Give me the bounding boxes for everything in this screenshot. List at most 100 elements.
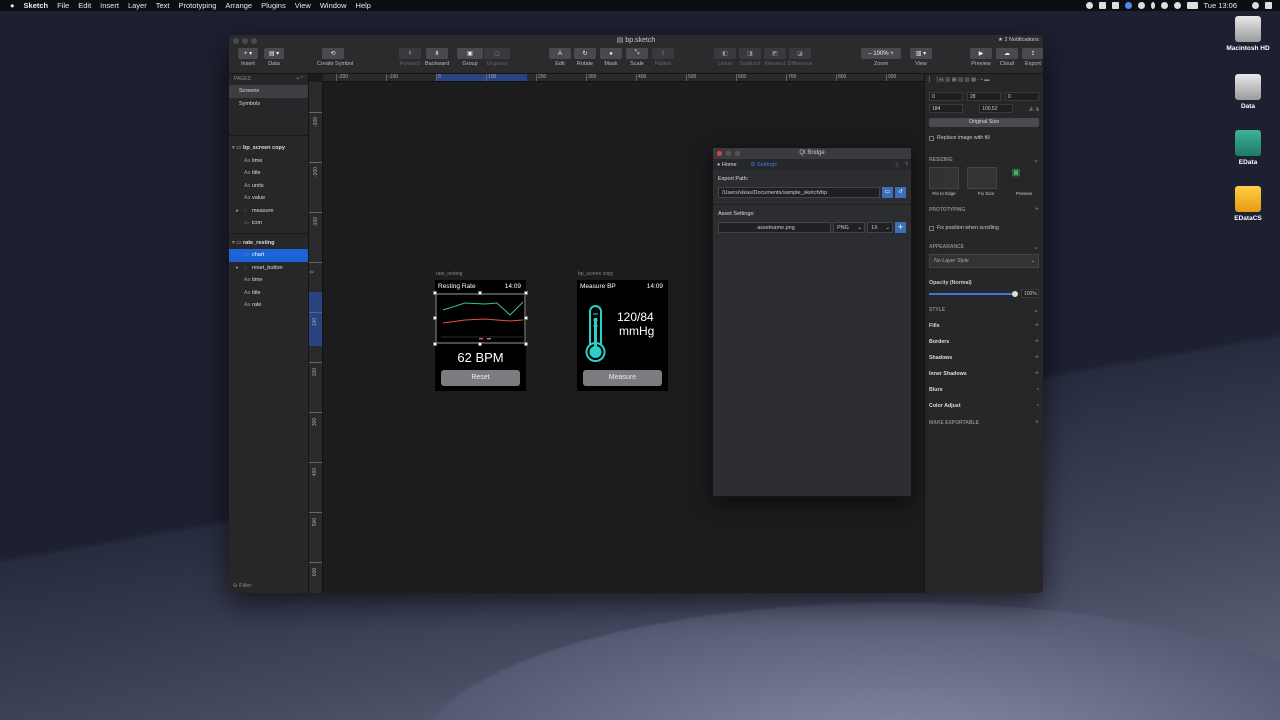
add-icon[interactable]: + [1035, 338, 1039, 345]
pin-to-edge-control[interactable] [929, 167, 959, 189]
toolbar-difference[interactable]: ◪ Difference [784, 48, 816, 67]
apple-icon[interactable]: ● [10, 1, 15, 10]
toolbar-flatten[interactable]: ⌇ Flatten [647, 48, 679, 67]
layer-item-rate[interactable]: Aa rate [229, 299, 308, 312]
desktop-icon-edatacs[interactable]: EDataCS [1224, 186, 1272, 222]
toolbar-export[interactable]: ⇪ Export [1017, 48, 1043, 67]
tab-settings[interactable]: ⚙ Settings [751, 162, 777, 168]
resize-handle[interactable] [524, 316, 528, 320]
measure-button[interactable]: Measure [583, 370, 662, 386]
toolbar-zoom[interactable]: – 100% + Zoom [856, 48, 906, 67]
record-icon[interactable] [1085, 2, 1093, 9]
info-icon[interactable]: ⓘ [893, 161, 899, 169]
layer-item-measure[interactable]: ▸ ◌ measure [229, 205, 308, 218]
toolbar-backward[interactable]: ⇟ Backward [421, 48, 453, 67]
disclosure-triangle-icon[interactable]: ▸ [236, 205, 239, 218]
menu-window[interactable]: Window [320, 1, 347, 10]
menu-prototyping[interactable]: Prototyping [178, 1, 216, 10]
artboard-rate-resting[interactable]: Resting Rate 14:09 62 BPM Reset [433, 280, 528, 391]
reset-path-icon[interactable]: ↺ [895, 187, 906, 198]
fix-size-control[interactable] [967, 167, 997, 189]
layer-item-reset-button[interactable]: ▸ ◌ reset_button [229, 262, 308, 275]
menu-arrange[interactable]: Arrange [225, 1, 252, 10]
layer-item-icon[interactable]: ▭ icon [229, 217, 308, 230]
close-button[interactable] [233, 38, 239, 44]
reset-button[interactable]: Reset [441, 370, 520, 386]
menu-clock[interactable]: Tue 13:06 [1204, 1, 1238, 10]
layer-item-units[interactable]: Aa units [229, 180, 308, 193]
fix-scroll-checkbox[interactable] [929, 225, 934, 231]
add-icon[interactable]: + [1035, 322, 1039, 329]
resize-handle[interactable] [478, 342, 482, 346]
layer-item-title[interactable]: Aa title [229, 167, 308, 180]
format-select[interactable]: PNG ⌄ [833, 222, 865, 233]
borders-section[interactable]: Borders + [929, 338, 1039, 345]
add-asset-button[interactable]: + [895, 222, 906, 233]
horizontal-ruler[interactable]: -200 -100 0 100 200 300 400 500 600 700 800 900 [323, 74, 924, 82]
height-field[interactable]: 100,52 [979, 104, 1014, 113]
add-icon[interactable]: + [1035, 206, 1039, 213]
close-button[interactable] [717, 151, 722, 156]
flip-icon[interactable]: ◭ ◮ [1029, 106, 1039, 112]
layer-item-time[interactable]: Aa time [229, 274, 308, 287]
zoom-button[interactable] [251, 38, 257, 44]
layer-item-chart[interactable]: ▭ chart [229, 249, 308, 262]
minimize-button[interactable] [242, 38, 248, 44]
menu-help[interactable]: Help [356, 1, 371, 10]
opacity-field[interactable]: 100% [1021, 289, 1039, 298]
notifications-badge[interactable]: ★ 2 Notifications [998, 35, 1039, 46]
toolbar-data[interactable]: ▤ ▾ Data [259, 48, 289, 67]
artboard-label[interactable]: rate_resting [436, 271, 462, 277]
layer-artboard-rate-resting[interactable]: ▾ ▭ rate_resting [229, 237, 308, 250]
resize-handle[interactable] [433, 291, 437, 295]
desktop-icon-edata[interactable]: EData [1224, 130, 1272, 166]
slider-thumb[interactable] [1012, 290, 1018, 297]
filter-bar[interactable]: ⊖ Filter [233, 583, 251, 589]
desktop-icon-macintosh-hd[interactable]: Macintosh HD [1224, 16, 1272, 52]
menu-view[interactable]: View [295, 1, 311, 10]
help-icon[interactable]: ? [905, 162, 908, 168]
layer-item-time[interactable]: Aa time [229, 155, 308, 168]
opacity-slider[interactable] [929, 290, 1018, 297]
bluetooth-icon[interactable] [1150, 2, 1155, 9]
chevron-down-icon[interactable]: ⌄ [1033, 306, 1039, 314]
page-item-symbols[interactable]: Symbols [229, 98, 308, 111]
menu-edit[interactable]: Edit [78, 1, 91, 10]
disclosure-triangle-icon[interactable]: ▸ [236, 262, 239, 275]
rotation-field[interactable]: 0 [1005, 92, 1039, 101]
fills-section[interactable]: Fills + [929, 322, 1039, 329]
resize-handle[interactable] [524, 291, 528, 295]
heart-rate-chart[interactable] [435, 293, 526, 345]
toolbar-view[interactable]: ▥ ▾ View [905, 48, 937, 67]
layer-item-value[interactable]: Aa value [229, 192, 308, 205]
add-icon[interactable]: ▫ [1037, 386, 1039, 393]
add-icon[interactable]: + [1035, 370, 1039, 377]
layer-artboard-bp-screen-copy[interactable]: ▾ ▭ bp_screen copy [229, 142, 308, 155]
resize-handle[interactable] [524, 342, 528, 346]
time-machine-icon[interactable] [1137, 2, 1145, 9]
toolbar-ungroup[interactable]: ▢ Ungroup [479, 48, 515, 67]
vertical-ruler[interactable]: -300 -200 -100 0 100 200 300 400 500 600 [309, 82, 323, 593]
layer-style-select[interactable]: No Layer Style ⌄ [929, 254, 1039, 268]
artboard-label[interactable]: bp_screen copy [578, 271, 613, 277]
status-icon[interactable] [1098, 2, 1106, 9]
layer-item-title[interactable]: Aa title [229, 287, 308, 300]
desktop-icon-data[interactable]: Data [1224, 74, 1272, 110]
chevron-down-icon[interactable]: ⌄ [1033, 243, 1039, 251]
asset-name-input[interactable]: assetname.png [718, 222, 831, 233]
add-page-icon[interactable]: + ^ [296, 74, 303, 85]
y-field[interactable]: 28 [967, 92, 1001, 101]
add-icon[interactable]: + [1035, 354, 1039, 361]
export-path-input[interactable]: /Users/vikas/Documents/sample_sketch/bp [718, 187, 880, 198]
wifi-icon[interactable] [1160, 2, 1168, 9]
volume-icon[interactable] [1173, 2, 1181, 9]
scale-select[interactable]: 1X ⌄ [867, 222, 893, 233]
resize-handle[interactable] [433, 316, 437, 320]
tab-home[interactable]: ● Home [717, 162, 737, 168]
inner-shadows-section[interactable]: Inner Shadows + [929, 370, 1039, 377]
menu-layer[interactable]: Layer [128, 1, 147, 10]
blurs-section[interactable]: Blurs ▫ [929, 386, 1039, 393]
x-field[interactable]: 0 [929, 92, 963, 101]
zoom-button[interactable] [735, 151, 740, 156]
menu-plugins[interactable]: Plugins [261, 1, 286, 10]
